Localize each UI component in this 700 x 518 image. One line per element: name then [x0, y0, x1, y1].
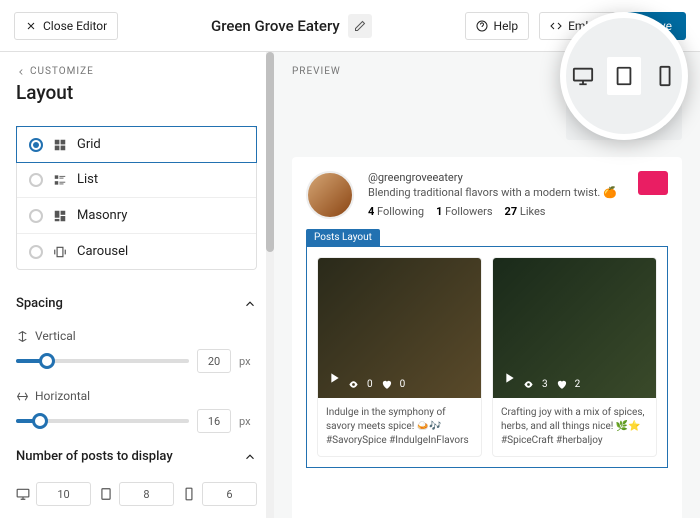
spacing-title: Spacing — [16, 296, 63, 311]
posts-count-title: Number of posts to display — [16, 449, 173, 464]
post-caption: Indulge in the symphony of savory meets … — [318, 398, 481, 456]
preview-canvas: @greengroveeatery Blending traditional f… — [292, 157, 682, 518]
radio-icon — [29, 245, 43, 259]
list-icon — [53, 173, 67, 187]
mobile-icon — [182, 487, 196, 501]
play-icon — [501, 370, 517, 390]
close-icon — [25, 20, 37, 32]
vertical-value-input[interactable]: 20 — [197, 349, 231, 373]
post-image: 0 0 — [318, 258, 481, 398]
chevron-up-icon — [243, 450, 257, 464]
avatar — [306, 171, 354, 219]
breadcrumb-label: CUSTOMIZE — [30, 66, 94, 77]
spacing-section-toggle[interactable]: Spacing — [16, 296, 257, 311]
profile-handle: @greengroveeatery — [368, 171, 624, 184]
follow-button[interactable] — [638, 171, 668, 195]
carousel-icon — [53, 245, 67, 259]
posts-count-section-toggle[interactable]: Number of posts to display — [16, 449, 257, 464]
profile-stats: 4 Following 1 Followers 27 Likes — [368, 205, 624, 218]
posts-desktop-input[interactable]: 10 — [36, 482, 91, 506]
post-caption: Crafting joy with a mix of spices, herbs… — [493, 398, 656, 456]
layout-badge: Posts Layout — [306, 229, 380, 246]
layout-option-list[interactable]: List — [17, 162, 256, 198]
tablet-icon — [613, 65, 635, 87]
chevron-left-icon — [16, 67, 26, 77]
layout-option-label: Grid — [77, 137, 101, 152]
post-image: 3 2 — [493, 258, 656, 398]
layout-option-label: List — [77, 172, 98, 187]
scrollbar[interactable] — [266, 52, 274, 518]
horizontal-unit: px — [239, 415, 257, 428]
posts-tablet: 8 — [99, 482, 174, 506]
layout-option-carousel[interactable]: Carousel — [17, 234, 256, 269]
heart-icon — [556, 379, 567, 390]
posts-feed: 0 0 Indulge in the symphony of savory me… — [306, 246, 668, 468]
post-card[interactable]: 3 2 Crafting joy with a mix of spices, h… — [492, 257, 657, 457]
eye-icon — [523, 379, 534, 390]
vertical-label: Vertical — [35, 329, 76, 343]
close-editor-button[interactable]: Close Editor — [14, 12, 118, 40]
layout-options: Grid List Masonry Carousel — [16, 126, 257, 270]
horizontal-slider[interactable] — [16, 419, 189, 423]
layout-option-label: Masonry — [77, 208, 127, 223]
code-icon — [550, 20, 562, 32]
device-desktop-zoom[interactable] — [566, 57, 601, 95]
posts-mobile-input[interactable]: 6 — [202, 482, 257, 506]
help-label: Help — [494, 19, 519, 33]
mobile-icon — [654, 65, 676, 87]
posts-tablet-input[interactable]: 8 — [119, 482, 174, 506]
device-tablet-zoom[interactable] — [607, 57, 642, 95]
radio-icon — [29, 209, 43, 223]
radio-icon — [29, 138, 43, 152]
vertical-spacing-icon — [16, 330, 29, 343]
grid-icon — [53, 138, 67, 152]
masonry-icon — [53, 209, 67, 223]
breadcrumb[interactable]: CUSTOMIZE — [16, 66, 257, 77]
horizontal-value-input[interactable]: 16 — [197, 409, 231, 433]
tablet-icon — [99, 487, 113, 501]
layout-option-grid[interactable]: Grid — [16, 126, 257, 163]
radio-icon — [29, 173, 43, 187]
heart-icon — [381, 379, 392, 390]
sidebar: CUSTOMIZE Layout Grid List Masonry — [0, 52, 274, 518]
layout-option-label: Carousel — [77, 244, 128, 259]
sidebar-heading: Layout — [16, 81, 257, 104]
device-mobile-zoom[interactable] — [647, 57, 682, 95]
posts-desktop: 10 — [16, 482, 91, 506]
edit-title-button[interactable] — [348, 14, 372, 38]
close-editor-label: Close Editor — [43, 19, 107, 33]
pencil-icon — [354, 20, 366, 32]
vertical-unit: px — [239, 355, 257, 368]
help-button[interactable]: Help — [465, 12, 530, 40]
help-icon — [476, 20, 488, 32]
vertical-slider[interactable] — [16, 359, 189, 363]
play-icon — [326, 370, 342, 390]
posts-mobile: 6 — [182, 482, 257, 506]
horizontal-spacing-icon — [16, 390, 29, 403]
page-title: Green Grove Eatery — [211, 17, 340, 35]
magnifier-overlay — [560, 12, 688, 140]
layout-option-masonry[interactable]: Masonry — [17, 198, 256, 234]
profile-bio: Blending traditional flavors with a mode… — [368, 186, 624, 199]
desktop-icon — [572, 65, 594, 87]
post-card[interactable]: 0 0 Indulge in the symphony of savory me… — [317, 257, 482, 457]
eye-icon — [348, 379, 359, 390]
chevron-up-icon — [243, 297, 257, 311]
desktop-icon — [16, 487, 30, 501]
horizontal-label: Horizontal — [35, 389, 90, 403]
